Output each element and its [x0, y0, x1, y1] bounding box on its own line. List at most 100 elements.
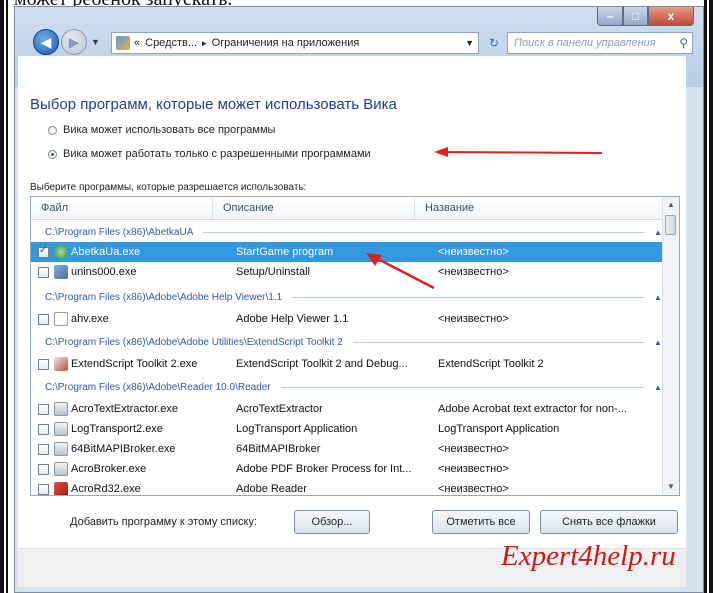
breadcrumb-separator-icon[interactable]: ▸	[202, 38, 207, 49]
back-button[interactable]: ◀	[33, 29, 59, 55]
scrollbar-thumb[interactable]	[665, 215, 676, 235]
breadcrumb-segment-2[interactable]: Ограничения на приложения	[212, 37, 360, 49]
group-divider	[280, 386, 644, 388]
cell-name: <неизвестно>	[438, 443, 509, 455]
watermark: Expert4help.ru	[501, 540, 676, 572]
row-checkbox[interactable]	[38, 266, 49, 278]
app-icon	[54, 245, 68, 259]
breadcrumb-segment-1[interactable]: Средств...	[145, 37, 197, 49]
minimize-button[interactable]: –	[597, 7, 623, 26]
row-checkbox[interactable]	[38, 313, 49, 325]
check-all-button[interactable]: Отметить все	[432, 510, 530, 534]
search-placeholder: Поиск в панели управления	[514, 37, 656, 49]
row-checkbox[interactable]	[38, 403, 49, 415]
cell-description: AcroTextExtractor	[236, 403, 323, 415]
cell-description: ExtendScript Toolkit 2 and Debug...	[236, 358, 408, 370]
cell-name: ExtendScript Toolkit 2	[438, 358, 544, 370]
recent-pages-dropdown-icon[interactable]: ▼	[91, 37, 100, 47]
column-header-description[interactable]: Описание	[213, 197, 415, 219]
row-checkbox[interactable]	[38, 245, 49, 258]
row-checkbox[interactable]	[38, 483, 49, 495]
close-button[interactable]: x	[648, 7, 694, 26]
arrow-left-icon: ◀	[40, 33, 52, 50]
table-row[interactable]: AcroBroker.exe Adobe PDF Broker Process …	[31, 459, 664, 479]
group-divider	[292, 296, 644, 298]
search-input[interactable]: Поиск в панели управления ⚲	[507, 32, 693, 54]
table-row[interactable]: 64BitMAPIBroker.exe 64BitMAPIBroker <неи…	[31, 439, 664, 459]
maximize-button[interactable]: □	[623, 7, 648, 26]
table-row[interactable]: unins000.exe Setup/Uninstall <неизвестно…	[31, 262, 664, 282]
radio-label: Вика может работать только с разрешенным…	[63, 148, 371, 160]
add-program-label: Добавить программу к этому списку:	[70, 516, 258, 528]
radio-allowed-programs[interactable]: Вика может работать только с разрешенным…	[48, 148, 371, 160]
radio-button[interactable]	[48, 125, 57, 135]
table-row[interactable]: AcroRd32.exe Adobe Reader <неизвестно>	[31, 479, 664, 495]
cell-file: LogTransport2.exe	[71, 423, 163, 435]
group-header[interactable]: C:\Program Files (x86)\AbetkaUA ▲	[31, 222, 664, 242]
extendscript-icon	[54, 357, 68, 371]
cell-description: 64BitMAPIBroker	[236, 443, 321, 455]
browse-button[interactable]: Обзор...	[294, 510, 370, 534]
row-checkbox[interactable]	[38, 423, 49, 435]
left-border-thin	[6, 0, 8, 593]
scroll-up-icon[interactable]: ▲	[663, 197, 679, 213]
refresh-icon: ↻	[488, 36, 500, 50]
cell-file: AbetkaUa.exe	[71, 246, 141, 258]
programs-list: Файл Описание Название C:\Program Files …	[30, 196, 680, 496]
group-path: C:\Program Files (x86)\Adobe\Adobe Help …	[45, 291, 283, 303]
adobe-reader-icon	[54, 482, 68, 495]
search-icon[interactable]: ⚲	[679, 36, 688, 50]
cell-name: Adobe Acrobat text extractor for non-...	[438, 403, 627, 415]
right-border-thick	[709, 0, 713, 593]
group-path: C:\Program Files (x86)\AbetkaUA	[45, 226, 194, 238]
list-label: Выберите программы, которые разрешается …	[30, 182, 307, 193]
list-header: Файл Описание Название	[31, 197, 664, 220]
cell-description: LogTransport Application	[236, 423, 358, 435]
group-path: C:\Program Files (x86)\Adobe\Adobe Utili…	[45, 336, 343, 348]
row-checkbox[interactable]	[38, 443, 49, 455]
uncheck-all-button[interactable]: Снять все флажки	[540, 510, 678, 534]
red-arrow-annotation-2	[366, 253, 435, 290]
cell-description: Adobe PDF Broker Process for Int...	[236, 463, 412, 475]
cell-file: AcroTextExtractor.exe	[71, 403, 178, 415]
refresh-button[interactable]: ↻	[482, 32, 506, 54]
radio-button-selected[interactable]	[48, 149, 57, 159]
cell-name: <неизвестно>	[438, 266, 509, 278]
row-checkbox[interactable]	[38, 358, 49, 370]
window-controls: – □ x	[597, 7, 697, 27]
address-dropdown-icon[interactable]: ▼	[465, 38, 474, 48]
forward-button[interactable]: ▶	[61, 29, 87, 55]
table-row[interactable]: ahv.exe Adobe Help Viewer 1.1 <неизвестн…	[31, 309, 664, 329]
address-bar[interactable]: « Средств... ▸ Ограничения на приложения…	[111, 32, 479, 54]
right-border-thin	[704, 0, 707, 593]
table-row[interactable]: ExtendScript Toolkit 2.exe ExtendScript …	[31, 354, 664, 374]
cell-file: unins000.exe	[71, 266, 137, 278]
cell-file: AcroRd32.exe	[71, 483, 141, 495]
radio-all-programs[interactable]: Вика может использовать все программы	[48, 124, 275, 136]
exe-icon	[54, 422, 68, 436]
table-row[interactable]: AbetkaUa.exe StartGame program <неизвест…	[31, 242, 664, 262]
cell-description: Adobe Help Viewer 1.1	[236, 313, 349, 325]
vertical-scrollbar[interactable]: ▲ ▼	[662, 197, 679, 495]
group-header[interactable]: C:\Program Files (x86)\Adobe\Adobe Utili…	[31, 332, 664, 352]
cell-description: Adobe Reader	[236, 483, 307, 495]
group-header[interactable]: C:\Program Files (x86)\Adobe\Adobe Help …	[31, 287, 664, 307]
row-checkbox[interactable]	[38, 463, 49, 475]
column-header-name[interactable]: Название	[415, 197, 664, 219]
group-header[interactable]: C:\Program Files (x86)\Adobe\Reader 10.0…	[31, 377, 664, 397]
help-icon	[54, 312, 68, 326]
installer-icon	[54, 265, 68, 279]
column-header-file[interactable]: Файл	[31, 197, 213, 219]
exe-icon	[54, 402, 68, 416]
scroll-down-icon[interactable]: ▼	[663, 479, 679, 495]
group-path: C:\Program Files (x86)\Adobe\Reader 10.0…	[45, 381, 271, 393]
address-chevron[interactable]: «	[134, 37, 140, 49]
table-row[interactable]: AcroTextExtractor.exe AcroTextExtractor …	[31, 399, 664, 419]
cell-file: AcroBroker.exe	[71, 463, 147, 475]
exe-icon	[54, 442, 68, 456]
exe-icon	[54, 462, 68, 476]
table-row[interactable]: LogTransport2.exe LogTransport Applicati…	[31, 419, 664, 439]
cell-name: <неизвестно>	[438, 246, 509, 258]
cell-name: LogTransport Application	[438, 423, 560, 435]
nav-buttons: ◀ ▶ ▼	[33, 27, 100, 57]
